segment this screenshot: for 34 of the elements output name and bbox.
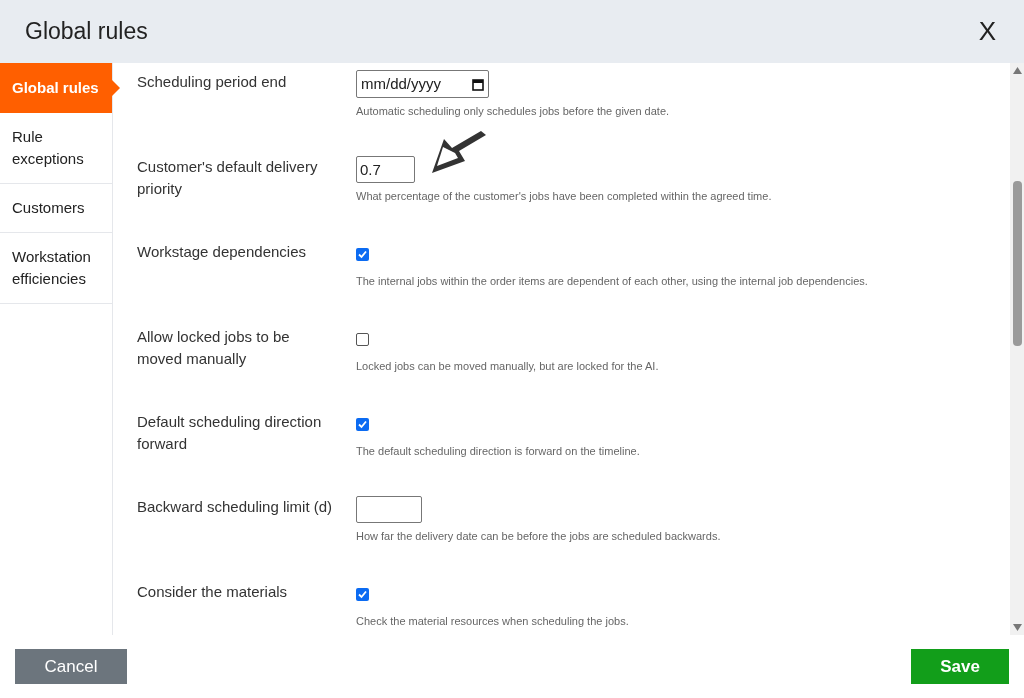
checkbox[interactable] xyxy=(356,332,369,346)
setting-description: The internal jobs within the order items are dependent of each other, using the internal job dependencies. xyxy=(356,274,868,288)
setting-description: Check the material resources when scheduling the jobs. xyxy=(356,614,629,628)
setting-label: Consider the materials xyxy=(137,582,289,602)
setting-label: Allow locked jobs to be moved manually xyxy=(137,327,291,369)
checkbox[interactable] xyxy=(356,417,369,431)
close-button[interactable]: X xyxy=(978,12,996,51)
setting-description: What percentage of the customer's jobs have been completed within the agreed time. xyxy=(356,189,772,203)
checkbox[interactable] xyxy=(356,587,369,601)
number-field[interactable]: 0.7 xyxy=(356,155,415,183)
calendar-icon[interactable] xyxy=(472,77,484,91)
scrollbar-thumb[interactable] xyxy=(1013,181,1022,346)
setting-description: How far the delivery date can be before the jobs are scheduled backwards. xyxy=(356,529,721,543)
setting-label: Default scheduling direction forward xyxy=(137,412,323,454)
save-button[interactable]: Save xyxy=(911,649,1009,684)
date-field[interactable]: mm/dd/yyyy xyxy=(356,70,489,98)
setting-label: Workstage dependencies xyxy=(137,242,307,262)
cancel-button[interactable]: Cancel xyxy=(15,649,127,684)
dialog-title: Global rules xyxy=(25,17,148,47)
setting-description: The default scheduling direction is forward on the timeline. xyxy=(356,444,640,458)
scroll-down-icon[interactable] xyxy=(1012,624,1022,631)
sidebar-tab[interactable]: Rule exceptions xyxy=(0,113,112,184)
setting-label: Customer's default delivery priority xyxy=(137,157,319,199)
setting-label: Scheduling period end xyxy=(137,72,288,92)
scrollbar[interactable] xyxy=(1010,63,1024,635)
setting-description: Locked jobs can be moved manually, but are locked for the AI. xyxy=(356,359,659,373)
tab-pointer xyxy=(112,80,120,96)
number-field[interactable] xyxy=(356,495,422,523)
sidebar-tab[interactable]: Customers xyxy=(0,184,112,233)
sidebar-tab[interactable]: Workstation efficiencies xyxy=(0,233,112,304)
setting-description: Automatic scheduling only schedules jobs before the given date. xyxy=(356,104,670,118)
setting-label: Backward scheduling limit (d) xyxy=(137,497,334,517)
scroll-up-icon[interactable] xyxy=(1012,67,1022,74)
checkbox[interactable] xyxy=(356,247,369,261)
